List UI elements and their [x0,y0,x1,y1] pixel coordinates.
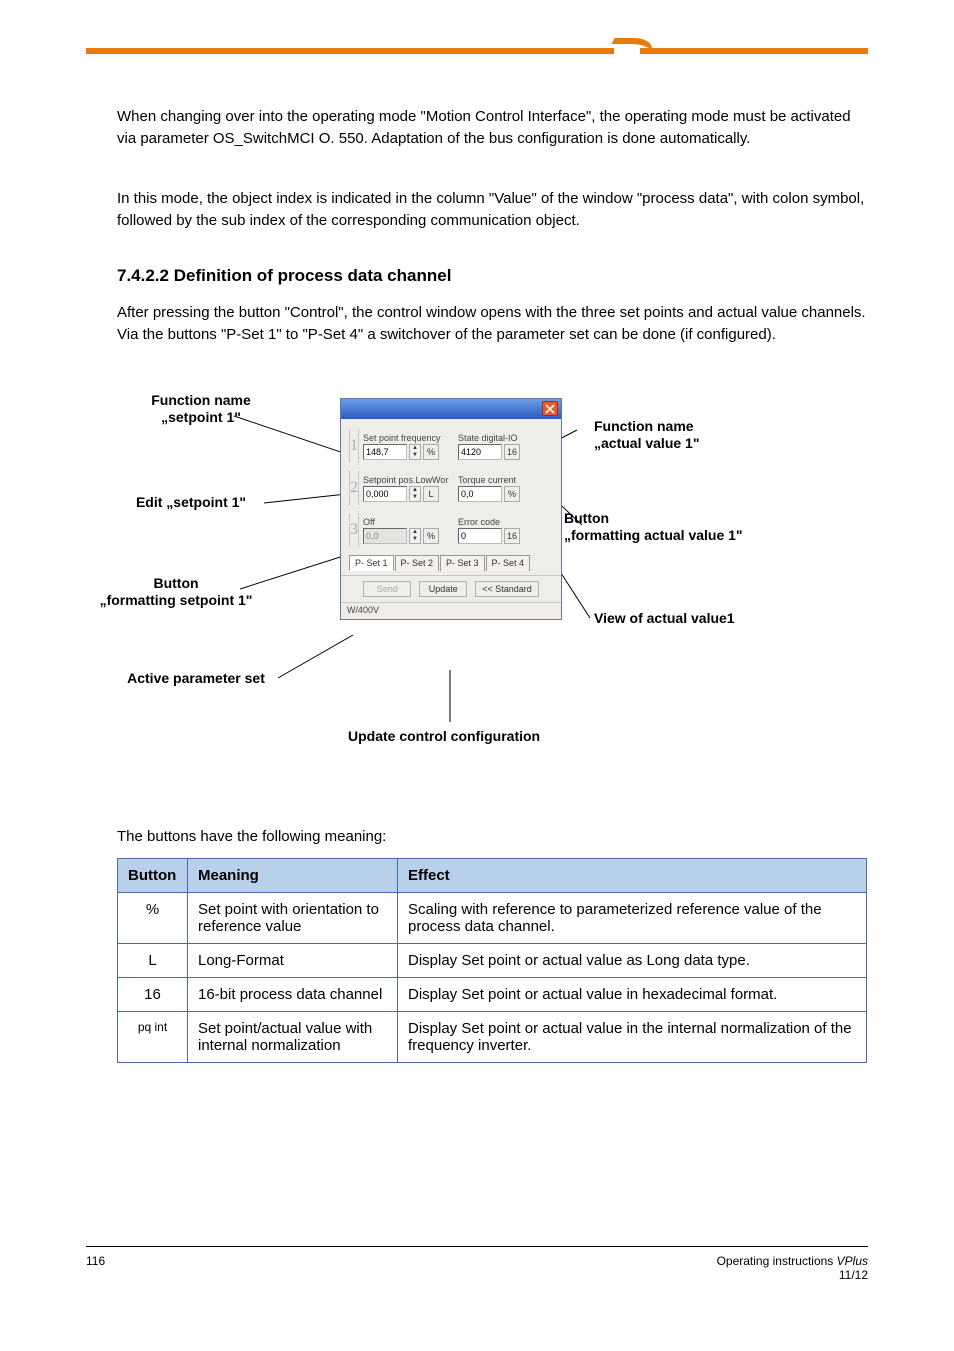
row-number-1: 1 [349,429,359,463]
th-meaning: Meaning [188,859,398,893]
chevron-up-icon[interactable]: ▲ [410,487,420,494]
footer-product-name: VPlus [837,1254,868,1268]
actual2-label: Torque current [458,475,553,485]
table-row: 16 16-bit process data channel Display S… [118,978,867,1012]
actual1-value [458,444,502,460]
th-effect: Effect [398,859,867,893]
chevron-up-icon[interactable]: ▲ [410,445,420,452]
callout-fn-setpoint: Function name „setpoint 1" [136,392,266,426]
setpoint2-label: Setpoint pos.LowWor [363,475,458,485]
cell-btn-pqint: pq int [118,1012,188,1063]
table-row: pq int Set point/actual value with inter… [118,1012,867,1063]
table-row: % Set point with orientation to referenc… [118,893,867,944]
cell-btn-percent: % [118,893,188,944]
actual1-format-button[interactable]: 16 [504,444,520,460]
section-heading: 7.4.2.2 Definition of process data chann… [117,266,451,286]
tab-pset-4[interactable]: P- Set 4 [486,555,531,571]
tab-pset-1[interactable]: P- Set 1 [349,555,394,571]
cell-effect-2: Display Set point or actual value as Lon… [398,944,867,978]
actual1-label: State digital-IO [458,433,553,443]
callout-view-actual: View of actual value1 [594,610,774,627]
paragraph-2: In this mode, the object index is indica… [117,188,867,232]
callout-btn-fmt-setpoint: Button „formatting setpoint 1" [96,575,256,609]
row-number-2: 2 [349,471,359,505]
actual3-label: Error code [458,517,553,527]
setpoint3-spinner[interactable]: ▲▼ [409,528,421,544]
actual2-value [458,486,502,502]
button-meaning-table: Button Meaning Effect % Set point with o… [117,858,867,1063]
control-dialog: 1 Set point frequency ▲▼ % State digital… [340,398,562,620]
dialog-button-row: Send Update << Standard [341,575,561,602]
th-button: Button [118,859,188,893]
setpoint1-input[interactable] [363,444,407,460]
callout-edit-setpoint: Edit „setpoint 1" [126,494,256,511]
dialog-titlebar[interactable] [341,399,561,419]
cell-meaning-4: Set point/actual value with internal nor… [188,1012,398,1063]
cell-effect-3: Display Set point or actual value in hex… [398,978,867,1012]
chevron-down-icon[interactable]: ▼ [410,494,420,501]
callout-fn-actual: Function name „actual value 1" [594,418,754,452]
callout-btn-fmt-actual: Button „formatting actual value 1" [564,510,774,544]
setpoint-row-1: 1 Set point frequency ▲▼ % State digital… [349,429,553,463]
setpoint-row-2: 2 Setpoint pos.LowWor ▲▼ L Torque curren… [349,471,553,505]
actual3-format-button[interactable]: 16 [504,528,520,544]
parameter-set-tabs: P- Set 1 P- Set 2 P- Set 3 P- Set 4 [349,555,553,571]
cell-btn-16: 16 [118,978,188,1012]
chevron-up-icon[interactable]: ▲ [410,529,420,536]
send-button[interactable]: Send [363,581,411,597]
tab-pset-3[interactable]: P- Set 3 [440,555,485,571]
dialog-body: 1 Set point frequency ▲▼ % State digital… [341,419,561,575]
chevron-down-icon[interactable]: ▼ [410,452,420,459]
cell-btn-l: L [118,944,188,978]
update-button[interactable]: Update [419,581,467,597]
footer-right-text: Operating instructions [717,1254,837,1268]
annotated-screenshot: Function name „setpoint 1" Edit „setpoin… [116,380,776,760]
footer-right: Operating instructions VPlus 11/12 [717,1254,868,1282]
dialog-footer: W/400V [341,602,561,619]
actual3-value [458,528,502,544]
setpoint2-spinner[interactable]: ▲▼ [409,486,421,502]
page-number: 116 [86,1254,105,1268]
diagram-caption: Update control configuration [348,728,540,744]
cell-meaning-1: Set point with orientation to reference … [188,893,398,944]
table-header-row: Button Meaning Effect [118,859,867,893]
setpoint-row-3: 3 Off ▲▼ % Error code 16 [349,513,553,547]
cell-meaning-2: Long-Format [188,944,398,978]
table-row: L Long-Format Display Set point or actua… [118,944,867,978]
cell-effect-1: Scaling with reference to parameterized … [398,893,867,944]
header-bar [0,0,954,64]
footer-date: 11/12 [839,1268,868,1282]
setpoint1-spinner[interactable]: ▲▼ [409,444,421,460]
row-number-3: 3 [349,513,359,547]
paragraph-1: When changing over into the operating mo… [117,106,867,150]
page: When changing over into the operating mo… [0,0,954,64]
paragraph-3: After pressing the button "Control", the… [117,302,867,346]
footer-rule [86,1246,868,1247]
setpoint3-input[interactable] [363,528,407,544]
cell-effect-4: Display Set point or actual value in the… [398,1012,867,1063]
actual2-format-button[interactable]: % [504,486,520,502]
tab-pset-2[interactable]: P- Set 2 [395,555,440,571]
setpoint1-format-button[interactable]: % [423,444,439,460]
setpoint3-format-button[interactable]: % [423,528,439,544]
callout-active-pset: Active parameter set [111,670,281,687]
header-rule-left [86,48,614,54]
table-intro: The buttons have the following meaning: [117,826,867,848]
setpoint2-input[interactable] [363,486,407,502]
setpoint2-format-button[interactable]: L [423,486,439,502]
setpoint1-label: Set point frequency [363,433,458,443]
standard-button[interactable]: << Standard [475,581,539,597]
close-icon[interactable] [542,401,558,416]
chevron-down-icon[interactable]: ▼ [410,536,420,543]
setpoint3-label: Off [363,517,458,527]
header-rule-right [640,48,868,54]
cell-meaning-3: 16-bit process data channel [188,978,398,1012]
